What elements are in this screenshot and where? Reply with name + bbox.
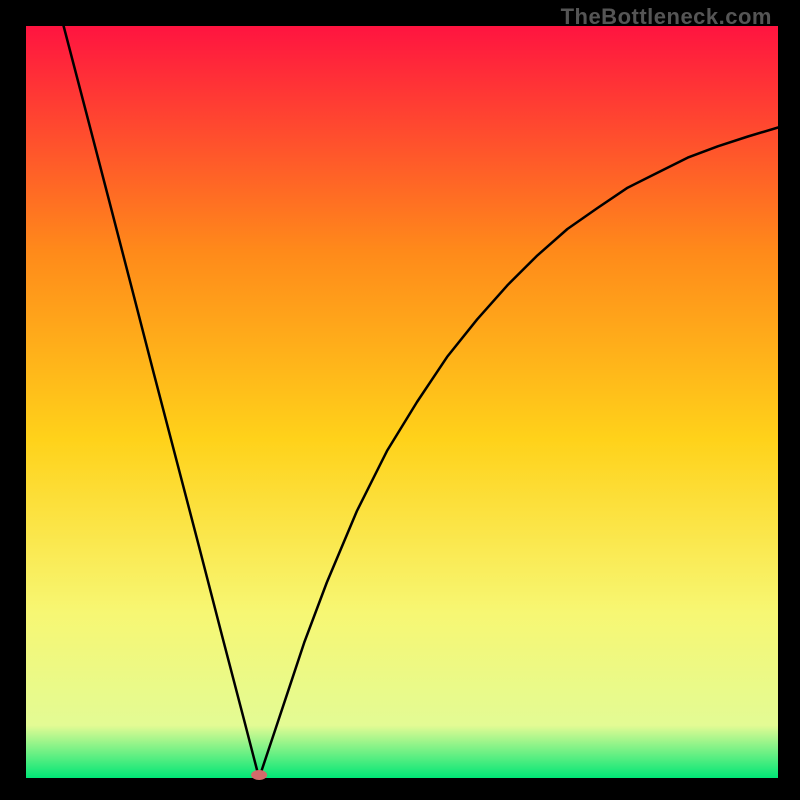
- minimum-marker: [251, 770, 267, 780]
- chart-svg: [0, 0, 800, 800]
- plot-background: [26, 26, 778, 778]
- watermark-text: TheBottleneck.com: [561, 4, 772, 30]
- chart-container: TheBottleneck.com: [0, 0, 800, 800]
